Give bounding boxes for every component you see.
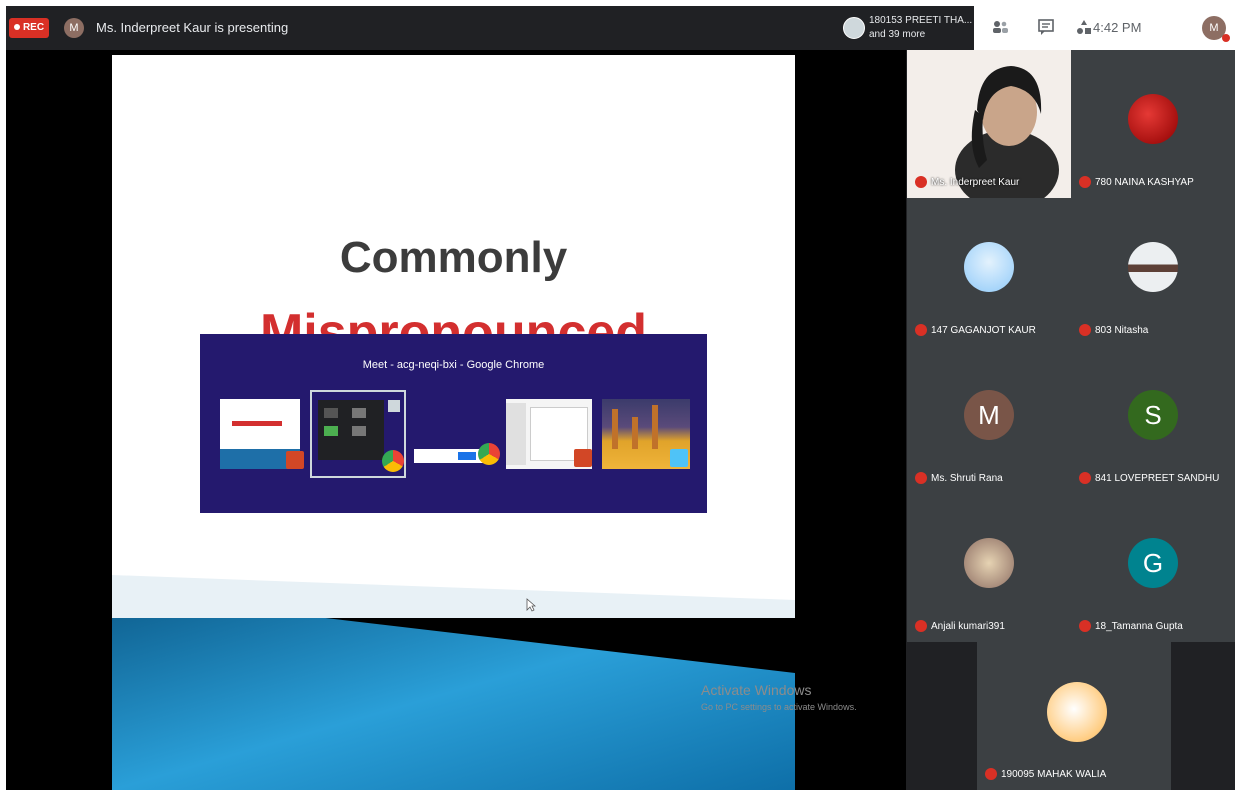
- switcher-title: Meet - acg-neqi-bxi - Google Chrome: [362, 359, 545, 371]
- muted-mic-icon: [1079, 176, 1091, 188]
- grid-spacer: [1171, 642, 1235, 790]
- participant-tile[interactable]: Anjali kumari391: [907, 494, 1071, 642]
- participant-tile[interactable]: 147 GAGANJOT KAUR: [907, 198, 1071, 346]
- participant-avatar: S: [1128, 390, 1178, 440]
- participant-name: 780 NAINA KASHYAP: [1079, 176, 1194, 188]
- participant-name: Anjali kumari391: [915, 620, 1005, 632]
- record-dot-icon: [13, 24, 20, 31]
- window-switcher: Meet - acg-neqi-bxi - Google Chrome: [200, 334, 707, 513]
- presentation-stage: Commonly Mispronounced Meet - acg-neqi-b…: [6, 50, 906, 790]
- chrome-icon-2: [478, 443, 500, 465]
- meet-window: REC M Ms. Inderpreet Kaur is presenting …: [6, 6, 1235, 790]
- participant-name: 18_Tamanna Gupta: [1079, 620, 1183, 632]
- slide-title: Commonly: [339, 233, 568, 282]
- participant-name: 190095 MAHAK WALIA: [985, 768, 1106, 780]
- muted-mic-icon: [915, 176, 927, 188]
- participant-tile[interactable]: Ms. Inderpreet Kaur: [907, 50, 1071, 198]
- thumb-desktop[interactable]: [602, 399, 690, 469]
- notification-badge: [1222, 34, 1230, 42]
- muted-mic-icon: [915, 324, 927, 336]
- participant-avatar: G: [1128, 538, 1178, 588]
- muted-mic-icon: [915, 620, 927, 632]
- chat-icon[interactable]: [1036, 18, 1056, 38]
- slide-blue-band: [112, 618, 795, 790]
- top-right-tray: 4:42 PM M: [974, 6, 1235, 50]
- participant-tile[interactable]: S 841 LOVEPREET SANDHU: [1071, 346, 1235, 494]
- thumb-chrome[interactable]: [414, 443, 500, 465]
- thumb-powerpoint[interactable]: [220, 399, 304, 469]
- watermark-line2: Go to PC settings to activate Windows.: [701, 702, 857, 712]
- presenting-text: Ms. Inderpreet Kaur is presenting: [96, 20, 289, 35]
- grid-spacer: [907, 642, 977, 790]
- recording-badge: REC: [9, 18, 49, 38]
- participant-avatar: [1047, 682, 1107, 742]
- participant-avatar: [1128, 242, 1178, 292]
- chrome-icon: [382, 450, 404, 472]
- participant-tile[interactable]: 190095 MAHAK WALIA: [977, 642, 1171, 790]
- participant-grid: Ms. Inderpreet Kaur 780 NAINA KASHYAP 14…: [907, 50, 1235, 790]
- participant-avatar: [964, 538, 1014, 588]
- muted-mic-icon: [1079, 620, 1091, 632]
- activate-windows-watermark: Activate Windows Go to PC settings to ac…: [701, 682, 857, 712]
- muted-mic-icon: [915, 472, 927, 484]
- watermark-line1: Activate Windows: [701, 682, 812, 698]
- muted-mic-icon: [1079, 472, 1091, 484]
- powerpoint-icon: [286, 451, 304, 469]
- rec-label: REC: [22, 22, 45, 33]
- monitor-icon: [670, 449, 688, 467]
- top-bar: REC M Ms. Inderpreet Kaur is presenting …: [6, 6, 1235, 50]
- participant-avatar: [1128, 94, 1178, 144]
- participants-first: 180153 PREETI THA...: [869, 15, 973, 26]
- participant-avatar: M: [964, 390, 1014, 440]
- people-icon[interactable]: [990, 18, 1010, 38]
- activities-icon[interactable]: [1074, 18, 1094, 38]
- thumb-slides[interactable]: [506, 399, 592, 469]
- presenter-avatar: M: [64, 18, 84, 38]
- participants-more: and 39 more: [869, 29, 926, 40]
- participant-tile[interactable]: 803 Nitasha: [1071, 198, 1235, 346]
- participant-name: Ms. Inderpreet Kaur: [915, 176, 1019, 188]
- muted-mic-icon: [985, 768, 997, 780]
- participants-chip[interactable]: 180153 PREETI THA... and 39 more: [839, 11, 974, 45]
- participant-name: 803 Nitasha: [1079, 324, 1148, 336]
- participant-avatar: [843, 17, 865, 39]
- thumb-meet[interactable]: [310, 390, 406, 478]
- participant-name: Ms. Shruti Rana: [915, 472, 1003, 484]
- participant-name: 147 GAGANJOT KAUR: [915, 324, 1036, 336]
- participant-name: 841 LOVEPREET SANDHU: [1079, 472, 1219, 484]
- clock: 4:42 PM: [1093, 20, 1142, 35]
- participant-avatar: [964, 242, 1014, 292]
- mouse-cursor-icon: [526, 598, 536, 612]
- muted-mic-icon: [1079, 324, 1091, 336]
- participant-tile[interactable]: G 18_Tamanna Gupta: [1071, 494, 1235, 642]
- slide-light-band: [112, 575, 795, 618]
- participant-tile[interactable]: M Ms. Shruti Rana: [907, 346, 1071, 494]
- participant-tile[interactable]: 780 NAINA KASHYAP: [1071, 50, 1235, 198]
- powerpoint-icon-2: [574, 449, 592, 467]
